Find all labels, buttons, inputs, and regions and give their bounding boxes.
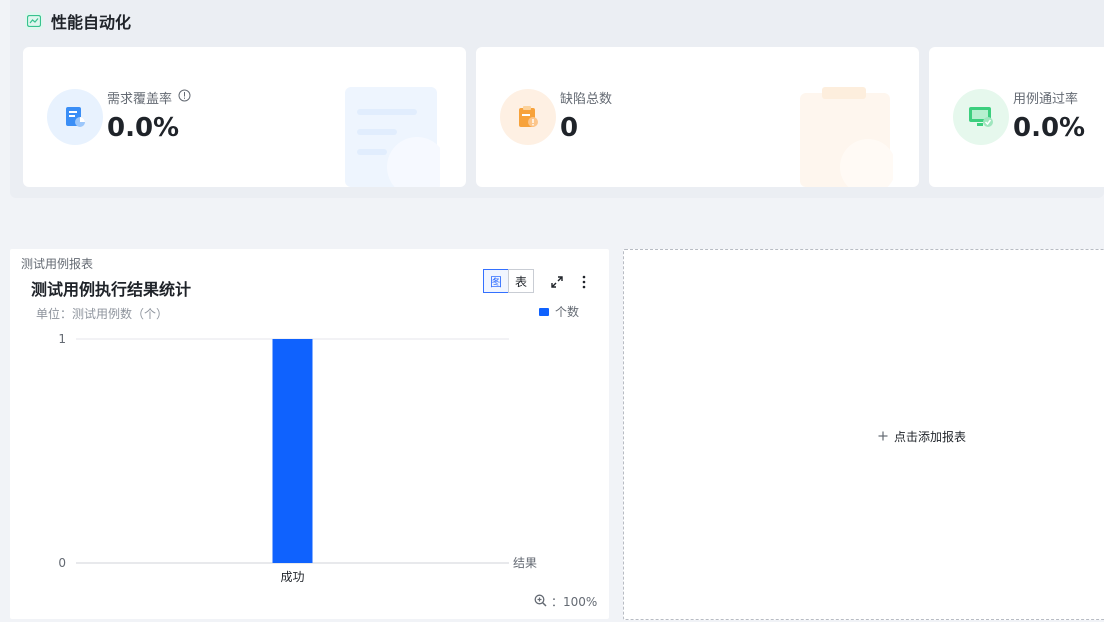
defect-clipboard-icon [500,89,556,145]
add-report-button[interactable]: 点击添加报表 [878,428,966,445]
card-label: 需求覆盖率 [107,88,191,107]
requirement-coverage-card[interactable]: 需求覆盖率 0.0% [23,47,466,187]
y-tick-label: 1 [58,332,66,346]
chart-line-icon [25,12,43,30]
document-watermark-icon [345,85,447,187]
card-value: 0.0% [1013,113,1086,143]
requirement-coverage-icon [47,89,103,145]
zoom-icon [534,594,547,610]
card-label: 用例通过率 [1013,92,1079,107]
card-value: 0 [560,113,579,143]
section-header: 性能自动化 [25,10,131,32]
case-pass-rate-card[interactable]: 用例通过率 0.0% [929,47,1104,187]
add-report-placeholder[interactable]: 点击添加报表 [623,249,1104,620]
card-label: 缺陷总数 [560,92,613,107]
clipboard-watermark-icon [798,85,896,187]
performance-overview-panel: 性能自动化 需求覆盖率 0.0% 缺陷总数 0 用例通过率 0.0% [10,0,1104,198]
section-title: 性能自动化 [51,13,132,32]
zoom-indicator[interactable]: ：100% [534,593,597,610]
card-value: 0.0% [107,113,180,143]
test-case-report-widget: 测试用例报表 测试用例执行结果统计 图 表 单位：测试用例数（个） 个数 01成… [10,249,609,619]
y-tick-label: 0 [58,556,66,570]
plus-icon [878,430,888,444]
x-tick-label: 成功 [280,570,304,584]
bar-chart: 0 1 成功 结果 [58,332,537,584]
monitor-check-icon [953,89,1009,145]
zoom-level: ：100% [551,595,598,609]
info-icon[interactable] [178,89,191,106]
add-report-label: 点击添加报表 [894,430,967,444]
defect-total-card[interactable]: 缺陷总数 0 [476,47,919,187]
bar-成功 [272,339,313,563]
x-axis-label: 结果 [513,556,537,570]
